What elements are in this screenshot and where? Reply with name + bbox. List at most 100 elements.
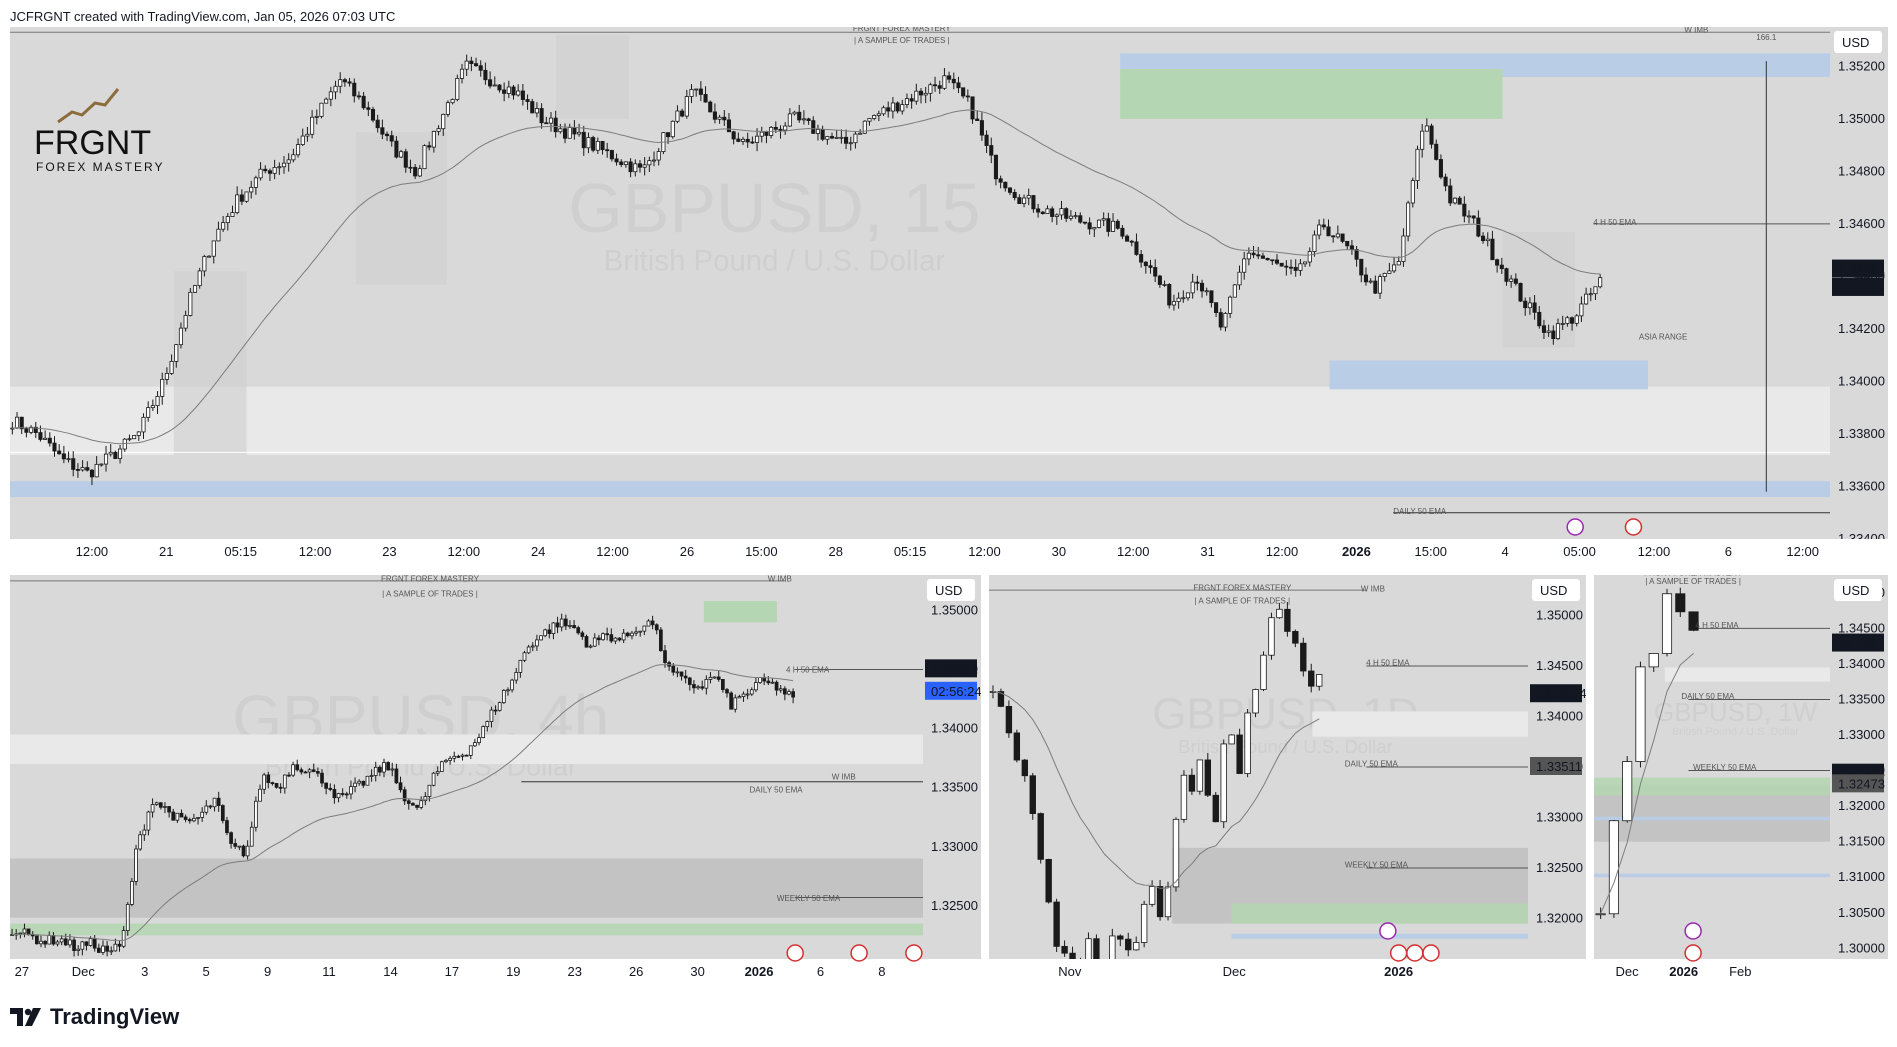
- candle-body: [1292, 631, 1299, 644]
- candle-body: [488, 79, 493, 87]
- candle-body: [872, 115, 877, 119]
- candle-body: [43, 437, 48, 440]
- candle-body: [609, 634, 614, 642]
- candle-body: [1481, 235, 1486, 242]
- candle-body: [1012, 192, 1017, 199]
- candle-body: [1622, 761, 1633, 822]
- candle-body: [281, 162, 287, 168]
- time-tick-label: 12:00: [968, 544, 1001, 559]
- candle-body: [436, 128, 441, 132]
- candle-body: [282, 774, 287, 789]
- time-tick-label: 3: [141, 964, 148, 979]
- candle-body: [204, 805, 209, 813]
- candle-body: [295, 764, 300, 771]
- candle-body: [1220, 743, 1227, 823]
- time-axis-bg: [10, 959, 981, 987]
- candle-body: [675, 671, 680, 674]
- candle-body: [1434, 143, 1439, 160]
- candle-body: [581, 131, 586, 149]
- chart-panel-4h[interactable]: GBPUSD, 4h British Pound / U.S. Dollar FRG…: [10, 575, 981, 987]
- tradingview-footer[interactable]: TradingView: [10, 1004, 179, 1030]
- candle-body: [411, 803, 415, 806]
- candle-body: [1143, 261, 1148, 267]
- candle-body: [1661, 593, 1673, 654]
- candle-body: [344, 793, 349, 796]
- candle-body: [1260, 654, 1267, 690]
- candle-body: [1359, 258, 1364, 276]
- candle-body: [637, 163, 643, 168]
- annotation-label: DAILY 50 EMA: [1345, 759, 1399, 768]
- candle-body: [1401, 235, 1406, 262]
- candle-body: [192, 817, 196, 822]
- candle-body: [307, 769, 312, 773]
- candle-body: [55, 941, 60, 945]
- candle-body: [356, 95, 361, 98]
- candle-body: [1504, 268, 1509, 282]
- time-tick-label: 05:15: [894, 544, 927, 559]
- candle-body: [146, 407, 151, 418]
- candle-body: [733, 697, 738, 710]
- candle-body: [904, 98, 909, 106]
- time-axis: 12:00 21 05:15 12:00 23 12:00 24 12:00 26 15:00 28…: [10, 539, 1888, 567]
- candle-body: [1354, 249, 1359, 260]
- candle-body: [485, 721, 490, 728]
- candle-body: [183, 816, 188, 820]
- price-tick-label: 1.33500: [1838, 691, 1885, 706]
- candle-body: [473, 742, 477, 747]
- candle-body: [1635, 666, 1646, 762]
- zone-3: [1231, 933, 1528, 939]
- chart-panel-1d[interactable]: GBPUSD, 1D British Pound / U.S. Dollar FRG…: [989, 575, 1586, 987]
- candle-body: [811, 120, 816, 134]
- candle-body: [572, 127, 577, 135]
- candle-body: [230, 212, 235, 217]
- candle-body: [328, 787, 333, 790]
- time-tick-label: 2026: [1384, 964, 1413, 979]
- annotation-label: | A SAMPLE OF TRADES |: [1645, 577, 1741, 586]
- candle-body: [1326, 226, 1331, 237]
- time-tick-label: Dec: [1615, 964, 1639, 979]
- candle-body: [1251, 252, 1256, 256]
- candle-body: [663, 650, 667, 663]
- candle-body: [1218, 312, 1223, 328]
- time-tick-label: 5: [203, 964, 210, 979]
- candle-body: [584, 636, 589, 648]
- candle-body: [1307, 251, 1312, 263]
- candle-body: [1064, 208, 1069, 219]
- annotation-label: W IMB: [768, 575, 792, 583]
- annotation-label: 4 H 50 EMA: [1593, 218, 1637, 227]
- candle-body: [1648, 653, 1659, 668]
- candle-body: [754, 682, 758, 691]
- candle-body: [984, 134, 989, 146]
- candle-body: [692, 684, 696, 689]
- candle-body: [1061, 945, 1068, 954]
- candle-body: [592, 637, 597, 647]
- time-tick-label: 26: [629, 964, 643, 979]
- candle-body: [1181, 297, 1186, 300]
- candle-body: [154, 802, 159, 805]
- candle-body: [642, 625, 647, 632]
- candle-body: [394, 140, 399, 158]
- candle-body: [459, 68, 465, 79]
- candle-body: [605, 149, 610, 152]
- candle-body: [417, 168, 422, 177]
- chart-panel-15m[interactable]: GBPUSD, 15 British Pound / U.S. Dollar FRG…: [10, 27, 1888, 567]
- candle-body: [71, 458, 76, 470]
- price-tick-label: 1.33000: [931, 839, 978, 854]
- price-axis: 1.352001.350001.348001.346001.344001.342…: [1838, 58, 1885, 546]
- candle-body: [61, 453, 66, 460]
- candle-body: [1368, 280, 1373, 283]
- candle-body: [150, 804, 155, 813]
- candle-body: [961, 87, 966, 97]
- candle-body: [1204, 759, 1211, 796]
- candle-body: [825, 136, 830, 140]
- candle-body: [415, 804, 419, 808]
- candle-body: [272, 167, 277, 174]
- chart-panel-1w[interactable]: GBPUSD, 1WBritish Pound / U.S. DollarFRG…: [1594, 575, 1888, 987]
- candle-body: [141, 416, 146, 433]
- candle-body: [249, 826, 254, 847]
- candle-body: [1190, 281, 1195, 294]
- zone-1: [10, 923, 923, 936]
- candle-body: [1139, 254, 1144, 263]
- candle-body: [577, 131, 582, 135]
- candle-body: [1555, 323, 1561, 339]
